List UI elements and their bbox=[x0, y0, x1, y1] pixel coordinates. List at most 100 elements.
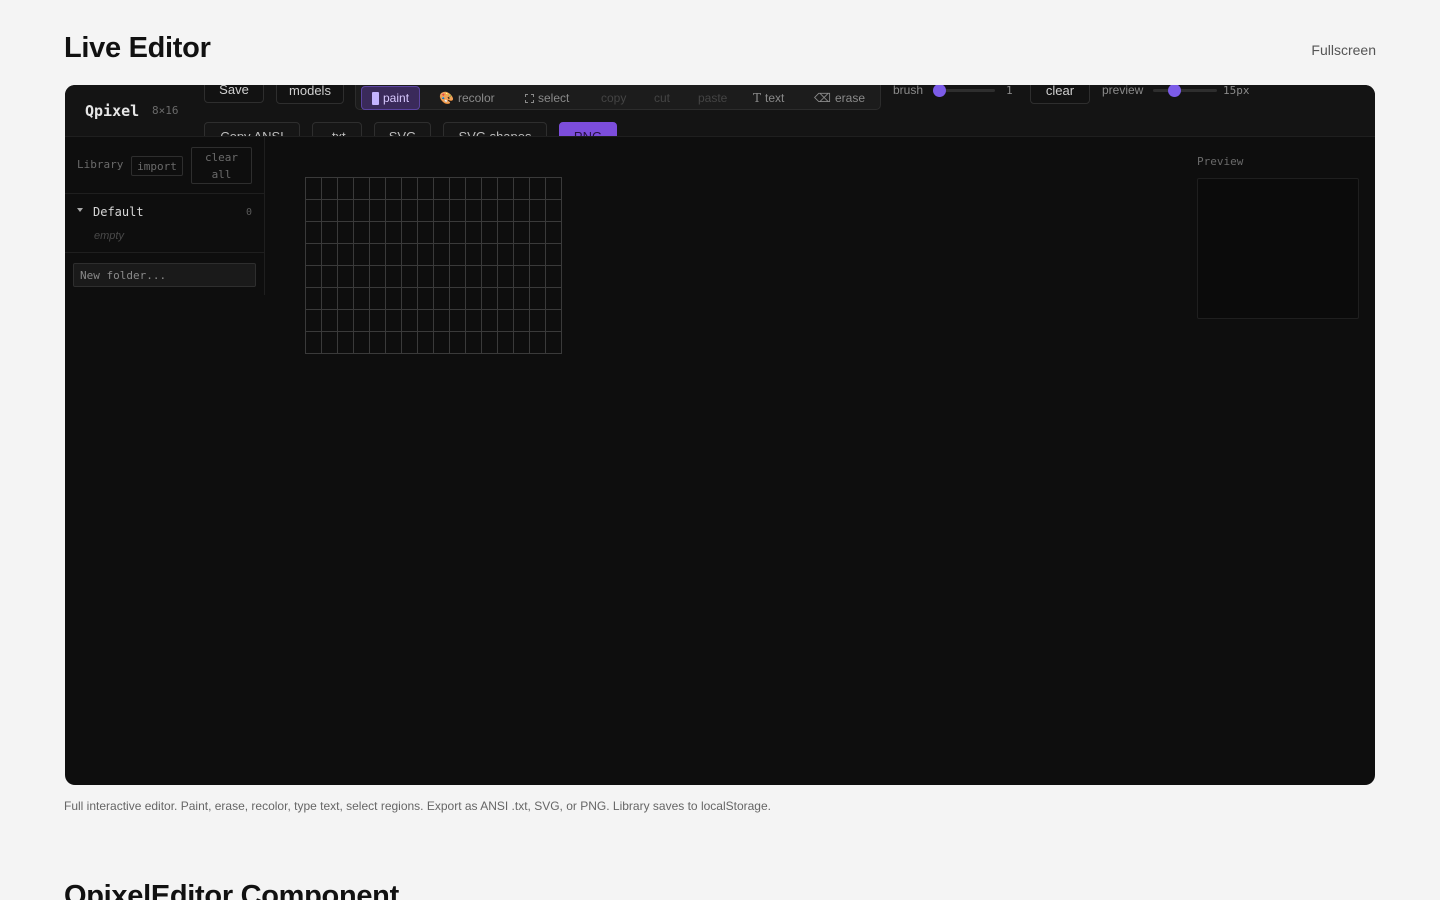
new-folder-input[interactable] bbox=[73, 263, 256, 287]
pixel-cell[interactable] bbox=[530, 332, 546, 354]
pixel-cell[interactable] bbox=[434, 310, 450, 332]
pixel-cell[interactable] bbox=[546, 178, 562, 200]
pixel-cell[interactable] bbox=[306, 266, 322, 288]
pixel-cell[interactable] bbox=[546, 222, 562, 244]
preview-size-slider[interactable] bbox=[1153, 85, 1217, 97]
export-svg-shapes-button[interactable]: SVG shapes bbox=[443, 122, 547, 136]
pixel-cell[interactable] bbox=[482, 178, 498, 200]
save-button[interactable]: Save bbox=[204, 85, 264, 103]
pixel-cell[interactable] bbox=[482, 222, 498, 244]
pixel-cell[interactable] bbox=[370, 266, 386, 288]
pixel-cell[interactable] bbox=[530, 288, 546, 310]
pixel-cell[interactable] bbox=[354, 200, 370, 222]
pixel-cell[interactable] bbox=[386, 266, 402, 288]
pixel-cell[interactable] bbox=[354, 178, 370, 200]
pixel-cell[interactable] bbox=[498, 288, 514, 310]
pixel-cell[interactable] bbox=[306, 310, 322, 332]
pixel-cell[interactable] bbox=[514, 200, 530, 222]
pixel-cell[interactable] bbox=[466, 244, 482, 266]
pixel-cell[interactable] bbox=[450, 266, 466, 288]
pixel-cell[interactable] bbox=[402, 244, 418, 266]
pixel-cell[interactable] bbox=[450, 222, 466, 244]
pixel-cell[interactable] bbox=[386, 332, 402, 354]
tool-copy[interactable]: copy bbox=[601, 86, 626, 110]
pixel-cell[interactable] bbox=[402, 288, 418, 310]
pixel-cell[interactable] bbox=[338, 310, 354, 332]
pixel-cell[interactable] bbox=[386, 178, 402, 200]
pixel-cell[interactable] bbox=[306, 288, 322, 310]
pixel-cell[interactable] bbox=[338, 200, 354, 222]
pixel-canvas[interactable] bbox=[305, 177, 562, 354]
pixel-cell[interactable] bbox=[482, 200, 498, 222]
pixel-cell[interactable] bbox=[338, 178, 354, 200]
pixel-cell[interactable] bbox=[498, 178, 514, 200]
pixel-cell[interactable] bbox=[386, 310, 402, 332]
pixel-cell[interactable] bbox=[418, 310, 434, 332]
pixel-cell[interactable] bbox=[386, 200, 402, 222]
pixel-cell[interactable] bbox=[370, 222, 386, 244]
brush-slider-knob[interactable] bbox=[933, 85, 946, 97]
pixel-cell[interactable] bbox=[546, 288, 562, 310]
pixel-cell[interactable] bbox=[466, 332, 482, 354]
pixel-cell[interactable] bbox=[466, 288, 482, 310]
pixel-cell[interactable] bbox=[434, 288, 450, 310]
pixel-cell[interactable] bbox=[322, 200, 338, 222]
pixel-cell[interactable] bbox=[466, 310, 482, 332]
pixel-cell[interactable] bbox=[514, 332, 530, 354]
pixel-cell[interactable] bbox=[322, 266, 338, 288]
pixel-cell[interactable] bbox=[450, 244, 466, 266]
pixel-cell[interactable] bbox=[514, 222, 530, 244]
pixel-cell[interactable] bbox=[418, 200, 434, 222]
pixel-cell[interactable] bbox=[354, 244, 370, 266]
pixel-cell[interactable] bbox=[450, 288, 466, 310]
pixel-cell[interactable] bbox=[418, 332, 434, 354]
pixel-cell[interactable] bbox=[546, 244, 562, 266]
clear-button[interactable]: clear bbox=[1030, 85, 1090, 104]
tool-erase[interactable]: ⌫ erase bbox=[814, 86, 865, 110]
pixel-cell[interactable] bbox=[450, 178, 466, 200]
tool-recolor[interactable]: 🎨 recolor bbox=[439, 86, 495, 110]
pixel-cell[interactable] bbox=[466, 178, 482, 200]
tool-cut[interactable]: cut bbox=[654, 86, 670, 110]
pixel-cell[interactable] bbox=[322, 332, 338, 354]
pixel-cell[interactable] bbox=[530, 244, 546, 266]
pixel-cell[interactable] bbox=[434, 244, 450, 266]
pixel-cell[interactable] bbox=[402, 332, 418, 354]
pixel-cell[interactable] bbox=[386, 222, 402, 244]
pixel-cell[interactable] bbox=[498, 310, 514, 332]
pixel-cell[interactable] bbox=[498, 222, 514, 244]
pixel-cell[interactable] bbox=[386, 244, 402, 266]
pixel-cell[interactable] bbox=[546, 266, 562, 288]
pixel-cell[interactable] bbox=[338, 332, 354, 354]
pixel-cell[interactable] bbox=[514, 288, 530, 310]
pixel-cell[interactable] bbox=[354, 332, 370, 354]
pixel-cell[interactable] bbox=[402, 200, 418, 222]
pixel-cell[interactable] bbox=[370, 332, 386, 354]
pixel-cell[interactable] bbox=[354, 222, 370, 244]
pixel-cell[interactable] bbox=[418, 178, 434, 200]
preview-size-knob[interactable] bbox=[1168, 85, 1182, 97]
pixel-cell[interactable] bbox=[322, 288, 338, 310]
pixel-cell[interactable] bbox=[402, 310, 418, 332]
pixel-cell[interactable] bbox=[546, 332, 562, 354]
pixel-cell[interactable] bbox=[530, 310, 546, 332]
pixel-cell[interactable] bbox=[322, 310, 338, 332]
export-png-button[interactable]: PNG bbox=[559, 122, 617, 136]
pixel-cell[interactable] bbox=[546, 200, 562, 222]
pixel-cell[interactable] bbox=[418, 222, 434, 244]
pixel-cell[interactable] bbox=[434, 222, 450, 244]
pixel-cell[interactable] bbox=[546, 310, 562, 332]
pixel-cell[interactable] bbox=[434, 178, 450, 200]
pixel-cell[interactable] bbox=[514, 310, 530, 332]
pixel-cell[interactable] bbox=[338, 266, 354, 288]
pixel-cell[interactable] bbox=[466, 222, 482, 244]
export-txt-button[interactable]: .txt bbox=[312, 122, 362, 136]
pixel-cell[interactable] bbox=[402, 222, 418, 244]
pixel-cell[interactable] bbox=[386, 288, 402, 310]
pixel-cell[interactable] bbox=[322, 244, 338, 266]
pixel-cell[interactable] bbox=[498, 332, 514, 354]
pixel-cell[interactable] bbox=[322, 222, 338, 244]
pixel-cell[interactable] bbox=[370, 244, 386, 266]
pixel-cell[interactable] bbox=[418, 288, 434, 310]
pixel-cell[interactable] bbox=[530, 266, 546, 288]
